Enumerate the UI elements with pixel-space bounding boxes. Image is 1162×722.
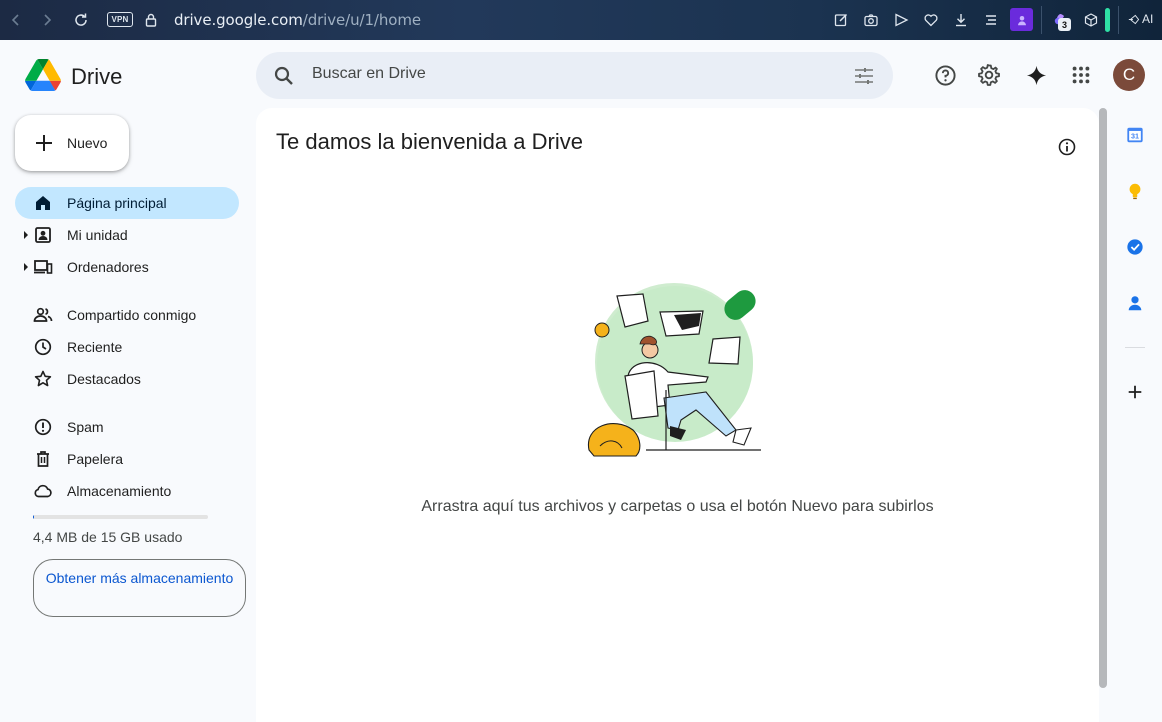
sidebar-item-shared[interactable]: Compartido conmigo [15,299,239,331]
back-icon[interactable] [6,10,26,30]
new-button[interactable]: Nuevo [15,115,129,171]
sidebar-item-recent[interactable]: Reciente [15,331,239,363]
get-more-storage-button[interactable]: Obtener más almacenamiento [33,559,246,617]
tasks-check-icon[interactable] [1125,237,1145,257]
page-title: Te damos la bienvenida a Drive [276,129,583,154]
extension-count-badge: 3 [1058,18,1071,31]
settings-gear-icon[interactable] [977,63,1001,87]
toolbar-separator [1118,6,1119,34]
storage-usage-text: 4,4 MB de 15 GB usado [33,529,183,545]
my-drive-icon [35,227,51,243]
sidebar-item-trash[interactable]: Papelera [15,443,239,475]
sidebar-item-label: Destacados [67,371,141,387]
sidebar-item-storage[interactable]: Almacenamiento [15,475,239,507]
camera-icon[interactable] [861,10,881,30]
send-icon[interactable] [891,10,911,30]
sidebar-item-my-drive[interactable]: Mi unidad [15,219,239,251]
lock-icon[interactable] [141,10,161,30]
expand-caret-icon[interactable] [24,263,28,271]
contacts-person-icon[interactable] [1125,293,1145,313]
reload-icon[interactable] [71,10,91,30]
browser-toolbar: VPN drive.google.com/drive/u/1/home 3 AI [0,0,1162,40]
help-icon[interactable] [933,63,957,87]
url-host: drive.google.com [174,11,303,29]
cloud-icon [34,484,52,498]
sidebar-item-starred[interactable]: Destacados [15,363,239,395]
home-icon [36,196,50,210]
forward-icon[interactable] [37,10,57,30]
storage-usage-bar [33,515,208,519]
extension-purple-icon[interactable] [1010,8,1033,31]
address-bar[interactable]: drive.google.com/drive/u/1/home [174,11,421,29]
app-name[interactable]: Drive [71,64,122,90]
calendar-day: 31 [1131,132,1139,141]
account-avatar[interactable]: C [1113,59,1145,91]
spam-alert-icon [34,418,52,436]
vpn-badge[interactable]: VPN [107,12,133,27]
sidebar-item-computers[interactable]: Ordenadores [15,251,239,283]
list-menu-icon[interactable] [981,10,1001,30]
add-app-plus-icon[interactable] [1125,382,1145,402]
sidebar-item-label: Ordenadores [67,259,149,275]
storage-usage-fill [33,515,34,519]
sidebar-item-label: Papelera [67,451,124,467]
search-bar[interactable]: Buscar en Drive [256,52,893,99]
sidebar-item-spam[interactable]: Spam [15,411,239,443]
ai-button[interactable]: AI [1128,12,1153,26]
empty-state-illustration [588,283,761,457]
search-icon[interactable] [272,64,296,88]
heart-icon[interactable] [921,10,941,30]
main-content: Te damos la bienvenida a Drive Arrastra … [256,108,1099,722]
toolbar-separator [1041,6,1042,34]
sidebar-item-label: Reciente [67,339,123,355]
star-icon [34,370,52,387]
sidebar-item-home[interactable]: Página principal [15,187,239,219]
extension-green-indicator[interactable] [1105,8,1110,32]
empty-state-message: Arrastra aquí tus archivos y carpetas o … [421,498,934,515]
gemini-sparkle-icon[interactable] [1024,63,1048,87]
keep-bulb-icon[interactable] [1125,181,1145,201]
clock-icon [34,338,52,356]
trash-icon [37,451,49,467]
cube-icon[interactable] [1081,10,1101,30]
sidebar-item-label: Página principal [67,195,167,211]
people-icon [33,307,53,322]
computers-icon [34,260,53,274]
edit-icon[interactable] [831,10,851,30]
sidebar-item-label: Spam [67,419,104,435]
apps-grid-icon[interactable] [1069,63,1093,87]
url-path: /drive/u/1/home [302,11,421,29]
sparkle-icon [1128,14,1140,24]
sidebar-item-label: Almacenamiento [67,483,172,499]
search-options-icon[interactable] [852,64,876,88]
search-input[interactable]: Buscar en Drive [312,65,426,83]
calendar-icon[interactable]: 31 [1125,125,1145,145]
download-icon[interactable] [951,10,971,30]
sidebar-item-label: Mi unidad [67,227,128,243]
ai-label: AI [1142,12,1154,26]
drive-logo-icon[interactable] [25,59,61,91]
side-panel-divider [1125,347,1145,348]
scrollbar[interactable] [1099,108,1107,688]
info-icon[interactable] [1057,137,1077,157]
plus-icon [36,135,52,151]
new-button-label: Nuevo [67,135,108,151]
expand-caret-icon[interactable] [24,231,28,239]
sidebar-item-label: Compartido conmigo [67,307,197,323]
